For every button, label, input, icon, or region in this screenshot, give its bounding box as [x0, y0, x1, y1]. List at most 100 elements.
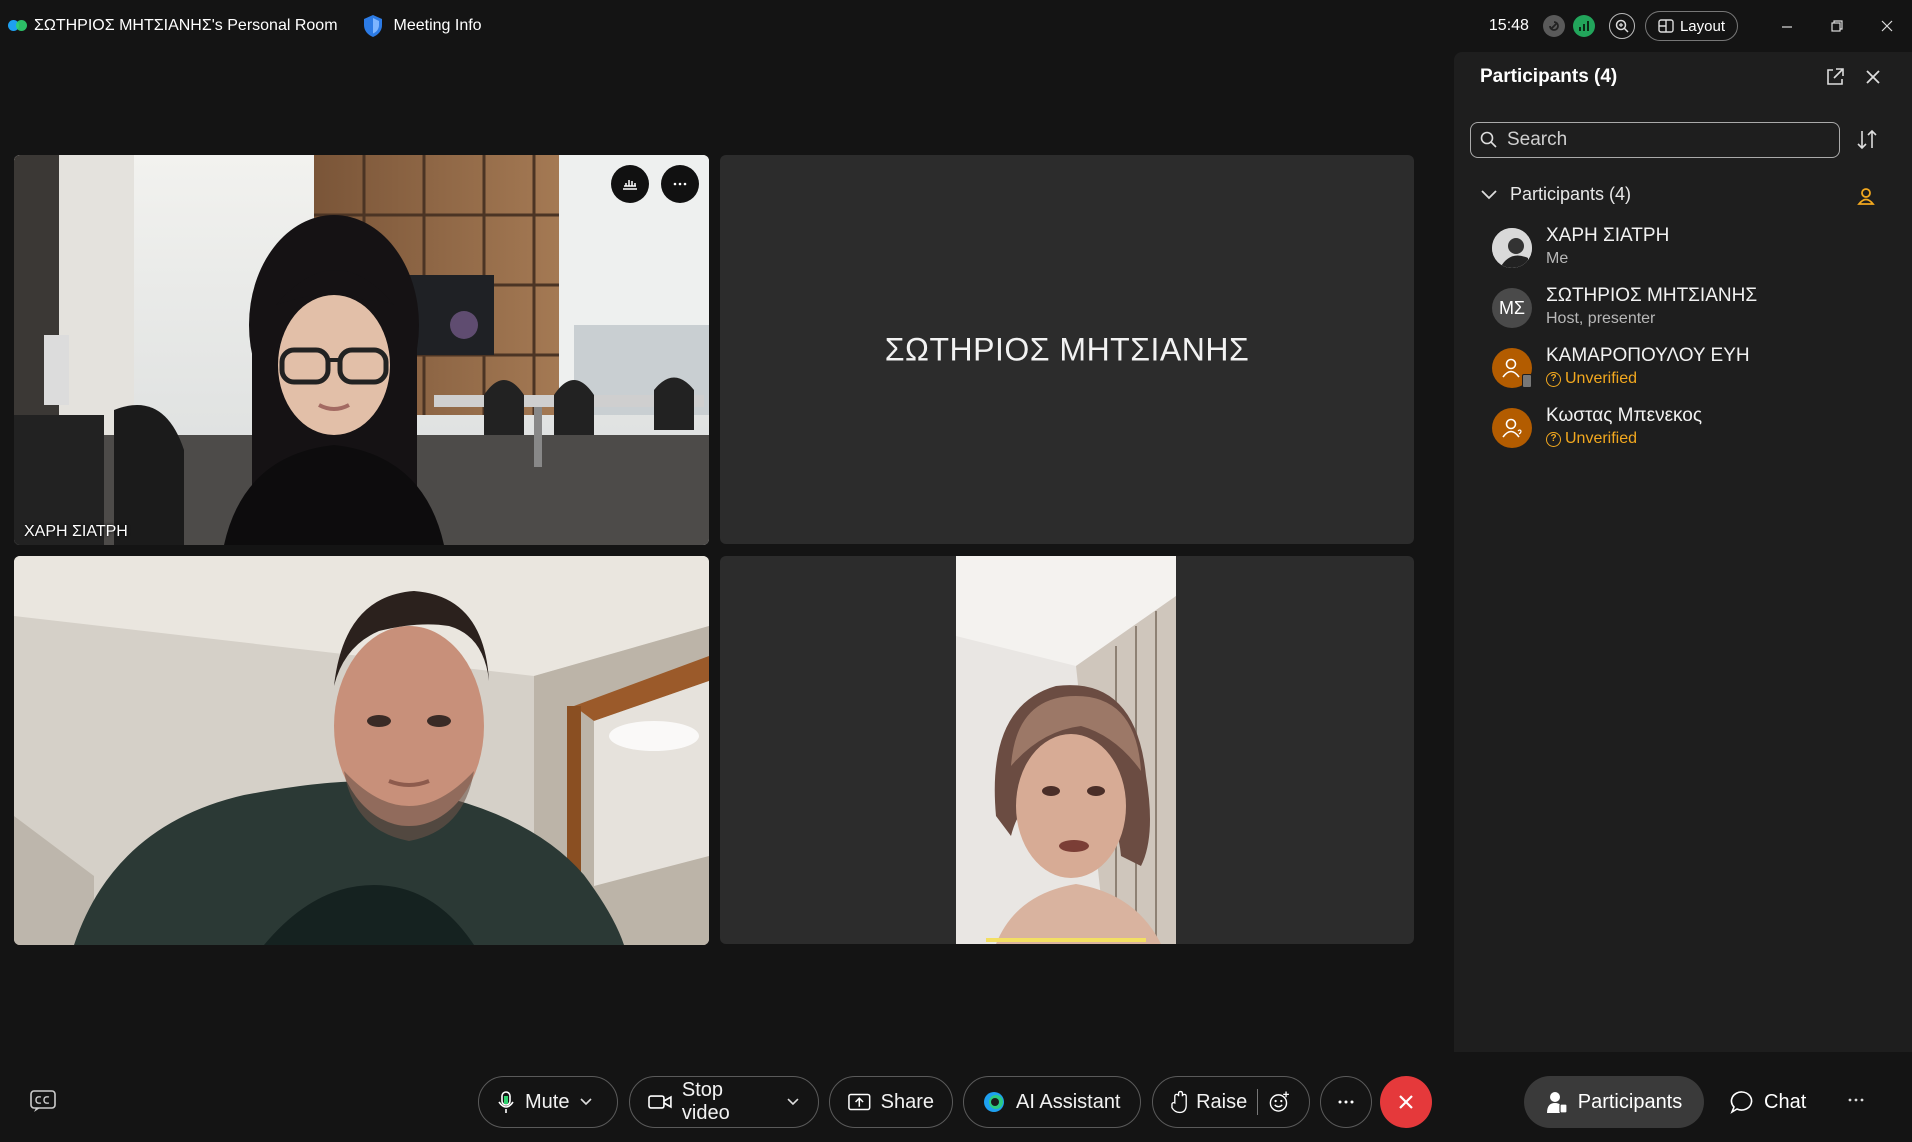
- layout-button[interactable]: Layout: [1644, 11, 1738, 41]
- share-screen-icon: [848, 1093, 871, 1111]
- share-button[interactable]: Share: [829, 1076, 953, 1128]
- pop-out-icon[interactable]: [1824, 66, 1846, 88]
- reaction-button[interactable]: [611, 165, 649, 203]
- participant-name: ΚΑΜΑΡΟΠΟΥΛΟΥ ΕΥΗ: [1546, 345, 1750, 366]
- zoom-icon[interactable]: [1608, 13, 1635, 39]
- close-icon: [1399, 1095, 1413, 1109]
- clock-time: 15:48: [1488, 17, 1529, 34]
- divider: [1257, 1089, 1259, 1115]
- sort-icon[interactable]: [1854, 127, 1880, 153]
- more-options-icon: [673, 182, 687, 186]
- minimize-icon: [1782, 26, 1792, 28]
- avatar: [1492, 408, 1532, 448]
- webex-logo-icon: [8, 16, 28, 36]
- guest-user-icon: [1502, 358, 1520, 378]
- participant-status: Unverified: [1565, 370, 1638, 387]
- tile-more-button[interactable]: [661, 165, 699, 203]
- more-options-icon: [1848, 1098, 1864, 1102]
- participants-section-toggle[interactable]: Participants (4): [1480, 184, 1631, 205]
- more-options-icon: [1338, 1100, 1354, 1104]
- noise-removal-icon[interactable]: [1542, 15, 1565, 37]
- search-input[interactable]: [1507, 129, 1817, 151]
- chat-bubble-icon: [1730, 1091, 1753, 1114]
- question-icon: ?: [1546, 371, 1561, 387]
- title-bar: ΣΩΤΗΡΙΟΣ ΜΗΤΣΙΑΝΗΣ's Personal Room Meeti…: [0, 0, 1912, 52]
- stop-video-label: Stop video: [681, 1079, 730, 1124]
- participant-role: Me: [1546, 250, 1569, 267]
- chevron-down-icon: [1481, 189, 1497, 199]
- participant-row-3[interactable]: ΚΑΜΑΡΟΠΟΥΛΟΥ ΕΥΗ ? Unverified: [1492, 344, 1892, 400]
- unverified-status: ? Unverified: [1546, 368, 1750, 390]
- meeting-controls-bar: Mute Stop video Share AI Assistant Raise…: [0, 1052, 1912, 1142]
- title-area: ΣΩΤΗΡΙΟΣ ΜΗΤΣΙΑΝΗΣ's Personal Room Meeti…: [8, 14, 482, 38]
- ai-assistant-button[interactable]: AI Assistant: [963, 1076, 1141, 1128]
- raise-hand-icon: [1171, 1090, 1187, 1114]
- meeting-info-label: Meeting Info: [393, 17, 482, 34]
- tile-center-name: ΣΩΤΗΡΙΟΣ ΜΗΤΣΙΑΝΗΣ: [884, 331, 1250, 367]
- stop-video-button[interactable]: Stop video: [629, 1076, 819, 1128]
- participant-row-2[interactable]: ΜΣ ΣΩΤΗΡΙΟΣ ΜΗΤΣΙΑΝΗΣ Host, presenter: [1492, 284, 1892, 340]
- mute-button[interactable]: Mute: [478, 1076, 618, 1128]
- guest-user-icon: [1502, 418, 1522, 438]
- phone-badge-icon: [1522, 374, 1532, 388]
- minimize-button[interactable]: [1762, 10, 1812, 42]
- participants-toggle-label: Participants: [1577, 1090, 1683, 1113]
- participant-name: Κωστας Μπενεκος: [1546, 405, 1703, 426]
- restore-button[interactable]: [1812, 10, 1862, 42]
- avatar: [1492, 348, 1532, 388]
- section-label: Participants (4): [1510, 184, 1632, 204]
- panel-title: Participants (4): [1480, 66, 1618, 87]
- close-panel-icon[interactable]: [1862, 66, 1884, 88]
- close-window-button[interactable]: [1862, 10, 1912, 42]
- question-icon: ?: [1546, 431, 1561, 447]
- search-icon: [1480, 131, 1497, 148]
- chevron-down-icon[interactable]: [786, 1097, 800, 1107]
- restore-icon: [1831, 20, 1843, 32]
- video-camera-icon: [648, 1095, 672, 1109]
- layout-grid-icon: [1658, 19, 1674, 33]
- signal-strength-icon[interactable]: [1572, 15, 1595, 37]
- tile-name-label-1: ΧΑΡΗ ΣΙΑΤΡΗ: [24, 523, 128, 540]
- participants-icon: [1546, 1092, 1568, 1114]
- video-tile-3[interactable]: [14, 556, 709, 945]
- microphone-icon: [498, 1091, 514, 1113]
- layout-label: Layout: [1679, 17, 1725, 35]
- raise-label: Raise: [1196, 1090, 1248, 1113]
- shield-icon: [363, 15, 382, 37]
- video-tile-2[interactable]: ΣΩΤΗΡΙΟΣ ΜΗΤΣΙΑΝΗΣ: [720, 155, 1414, 544]
- share-label: Share: [880, 1090, 934, 1113]
- meeting-info-button[interactable]: Meeting Info: [362, 14, 482, 38]
- participant-video-3: [14, 556, 709, 945]
- participant-name: ΣΩΤΗΡΙΟΣ ΜΗΤΣΙΑΝΗΣ: [1546, 285, 1758, 306]
- lobby-user-icon[interactable]: [1856, 186, 1876, 206]
- video-tile-4[interactable]: [720, 556, 1414, 944]
- unverified-status: ? Unverified: [1546, 428, 1702, 450]
- reactions-icon[interactable]: [1268, 1090, 1291, 1114]
- chat-label: Chat: [1764, 1090, 1807, 1113]
- end-call-button[interactable]: [1380, 1076, 1432, 1128]
- window-title: ΣΩΤΗΡΙΟΣ ΜΗΤΣΙΑΝΗΣ's Personal Room: [34, 17, 338, 34]
- more-controls-button[interactable]: [1320, 1076, 1372, 1128]
- participant-video-1: [14, 155, 709, 545]
- participant-video-4: [956, 556, 1176, 944]
- ai-assistant-label: AI Assistant: [1016, 1090, 1121, 1113]
- participant-row-1[interactable]: ΧΑΡΗ ΣΙΑΤΡΗ Me: [1492, 224, 1892, 280]
- participant-status: Unverified: [1565, 430, 1638, 447]
- title-controls: 15:48 Layout: [1489, 10, 1912, 42]
- closed-captions-icon[interactable]: [30, 1090, 56, 1112]
- participant-row-4[interactable]: Κωστας Μπενεκος ? Unverified: [1492, 404, 1892, 460]
- participants-panel: Participants (4) Participants (4): [1454, 52, 1912, 1052]
- avatar-photo-icon: [1492, 228, 1532, 268]
- avatar: ΜΣ: [1492, 288, 1532, 328]
- hand-icon: [623, 180, 637, 190]
- chat-button[interactable]: Chat: [1730, 1076, 1806, 1128]
- video-tile-1[interactable]: ΧΑΡΗ ΣΙΑΤΡΗ: [14, 155, 709, 545]
- participants-toggle-button[interactable]: Participants: [1524, 1076, 1704, 1128]
- close-icon: [1881, 20, 1893, 32]
- chevron-down-icon[interactable]: [579, 1097, 593, 1107]
- ai-assistant-icon: [984, 1092, 1004, 1112]
- raise-hand-button[interactable]: Raise: [1152, 1076, 1310, 1128]
- avatar: [1492, 228, 1532, 268]
- panel-more-button[interactable]: [1846, 1090, 1866, 1116]
- search-box: [1470, 122, 1840, 158]
